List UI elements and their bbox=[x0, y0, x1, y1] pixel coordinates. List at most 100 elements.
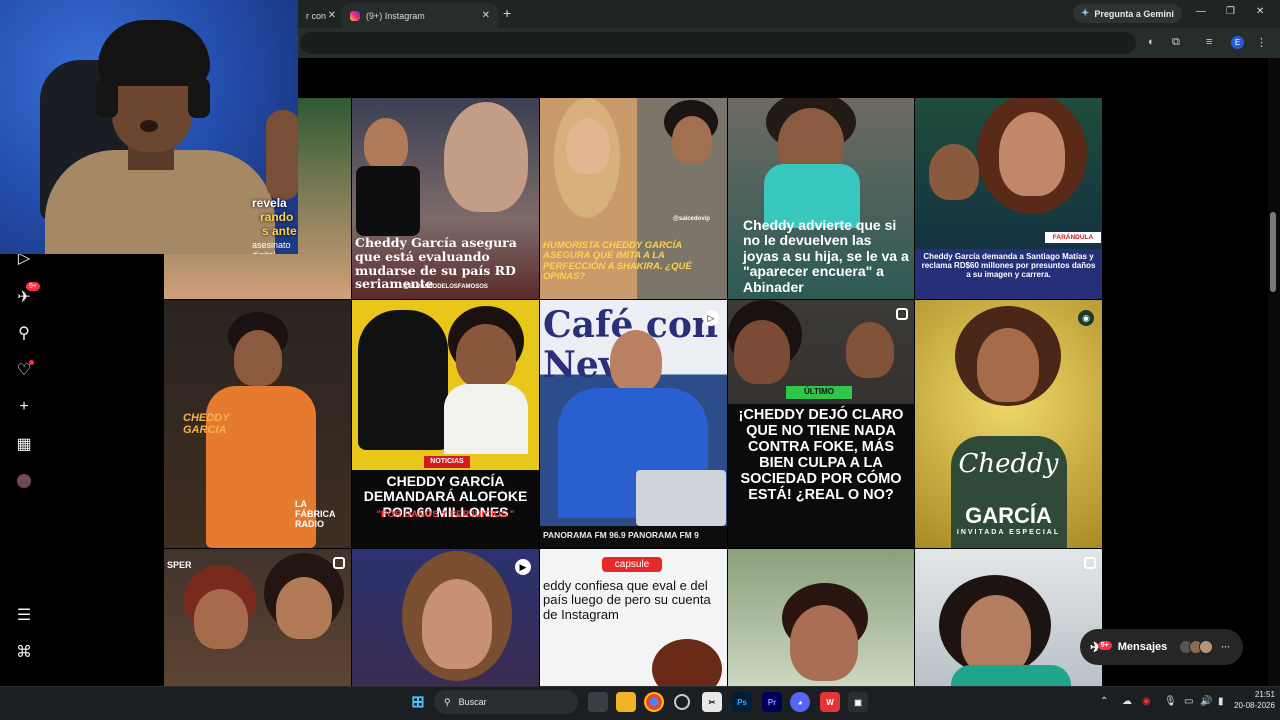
volume-icon[interactable]: 🔊 bbox=[1200, 696, 1212, 707]
grid-post-r2c2[interactable]: Café con Nev PANORAMA FM 96.9 PANORAMA F… bbox=[540, 300, 727, 548]
threads-icon[interactable]: ⌘ bbox=[14, 642, 34, 662]
puzzle-icon[interactable]: ⧉ bbox=[1172, 36, 1180, 49]
task-view-icon[interactable] bbox=[588, 692, 608, 712]
close-icon[interactable]: ✕ bbox=[328, 10, 336, 21]
chrome-icon[interactable] bbox=[644, 692, 664, 712]
person-image bbox=[999, 112, 1065, 196]
create-icon[interactable]: + bbox=[14, 397, 34, 417]
grid-post-r2c0[interactable]: CHEDDY GARCIA LA FÁBRICA RADIO bbox=[164, 300, 351, 548]
taskbar-search[interactable]: ⚲ Buscar bbox=[434, 690, 578, 714]
grid-post-r3c4[interactable] bbox=[915, 549, 1102, 686]
monitor-icon[interactable]: ▭ bbox=[1184, 696, 1193, 707]
photoshop-icon[interactable]: Ps bbox=[732, 692, 752, 712]
post-caption: Cheddy advierte que si no le devuelven l… bbox=[743, 217, 909, 295]
profile-link[interactable] bbox=[14, 471, 34, 491]
person-image bbox=[977, 328, 1039, 402]
tray-icon[interactable]: ☁ bbox=[1122, 696, 1132, 707]
windows-start-icon[interactable]: ⊞ bbox=[408, 692, 428, 712]
grid-post-r1c2[interactable]: HUMORISTA CHEDDY GARCÍA ASEGURA QUE IMIT… bbox=[540, 98, 727, 299]
post-logo: CHEDDY GARCIA bbox=[183, 412, 230, 437]
carousel-icon bbox=[896, 308, 908, 320]
menu-icon[interactable]: ☰ bbox=[14, 605, 34, 625]
wps-icon[interactable]: W bbox=[820, 692, 840, 712]
grid-post-r3c3[interactable] bbox=[728, 549, 914, 686]
minimize-icon[interactable]: — bbox=[1196, 6, 1206, 17]
clock-time: 21:51 bbox=[1254, 690, 1275, 699]
dashboard-icon[interactable]: ▦ bbox=[14, 434, 34, 454]
carousel-icon bbox=[333, 557, 345, 569]
premiere-icon[interactable]: Pr bbox=[762, 692, 782, 712]
streamer-hair bbox=[98, 20, 210, 86]
post-caption: ¡CHEDDY DEJÓ CLARO QUE NO TIENE NADA CON… bbox=[728, 404, 914, 548]
taskbar-clock[interactable]: 21:51 20-08-2026 bbox=[1234, 690, 1275, 712]
omnibox[interactable] bbox=[300, 32, 1136, 54]
file-explorer-icon[interactable] bbox=[616, 692, 636, 712]
grid-post-r3c2[interactable]: capsule eddy confiesa que eval e del paí… bbox=[540, 549, 727, 686]
person-image bbox=[846, 322, 894, 378]
profile-avatar[interactable]: E bbox=[1231, 36, 1244, 49]
gemini-button[interactable]: ✦ Pregunta a Gemini bbox=[1073, 4, 1182, 23]
new-tab-button[interactable]: + bbox=[503, 5, 511, 21]
messages-pill[interactable]: ✈ 9+ Mensajes ··· bbox=[1080, 629, 1243, 665]
heart-icon[interactable]: ♡ bbox=[14, 360, 34, 380]
app-icon[interactable]: ▣ bbox=[848, 692, 868, 712]
messages-badge: 9+ bbox=[1097, 640, 1112, 650]
instagram-icon bbox=[350, 10, 360, 21]
post-tag: FARÁNDULA bbox=[1045, 232, 1101, 244]
messenger-icon[interactable]: ✈ 9+ bbox=[14, 282, 40, 307]
headphone-left bbox=[96, 78, 118, 118]
person-image bbox=[276, 577, 332, 639]
post-handle: @ELPASEODELOSFAMOSOS bbox=[403, 284, 488, 290]
more-icon[interactable]: ··· bbox=[1221, 642, 1230, 652]
alert-dot bbox=[29, 360, 34, 365]
grid-post-r3c1[interactable]: ▶ bbox=[352, 549, 539, 686]
tray-icon[interactable]: ◉ bbox=[1142, 696, 1151, 707]
reading-list-icon[interactable]: ≡ bbox=[1206, 36, 1212, 48]
grid-post-r1c1[interactable]: Cheddy García asegura que está evaluando… bbox=[352, 98, 539, 299]
overlay-text: rando bbox=[260, 210, 294, 224]
gemini-icon: ✦ bbox=[1081, 8, 1090, 19]
close-window-icon[interactable]: ✕ bbox=[1256, 6, 1264, 17]
kebab-menu-icon[interactable]: ⋮ bbox=[1256, 36, 1267, 49]
post-caption: HUMORISTA CHEDDY GARCÍA ASEGURA QUE IMIT… bbox=[543, 240, 692, 283]
microphone-icon[interactable]: 🎙 bbox=[1164, 696, 1177, 707]
streamer-hand bbox=[266, 110, 298, 200]
person-image bbox=[422, 579, 492, 669]
tab-previous[interactable]: r con ✕ bbox=[298, 3, 344, 28]
capcut-icon[interactable]: ✂ bbox=[702, 692, 722, 712]
carousel-icon bbox=[1084, 557, 1096, 569]
scrollbar-thumb[interactable] bbox=[1270, 212, 1276, 292]
tab-title: (9+) Instagram bbox=[366, 10, 425, 21]
person-image bbox=[364, 118, 408, 170]
search-icon: ⚲ bbox=[444, 696, 451, 707]
laptop-image bbox=[636, 470, 726, 526]
grid-post-r1c3[interactable]: Cheddy advierte que si no le devuelven l… bbox=[728, 98, 914, 299]
discord-icon[interactable]: ◕ bbox=[790, 692, 810, 712]
grid-post-r3c0[interactable]: SPER bbox=[164, 549, 351, 686]
close-icon[interactable]: ✕ bbox=[482, 10, 490, 21]
streamer-mouth bbox=[140, 120, 158, 132]
person-image bbox=[790, 605, 858, 681]
restore-icon[interactable]: ❐ bbox=[1226, 6, 1235, 17]
webcam-overlay: revela rando s ante asesinato digital bbox=[0, 0, 298, 254]
post-script: Cheddy bbox=[958, 449, 1059, 479]
chevron-up-icon[interactable]: ⌃ bbox=[1100, 696, 1108, 707]
person-image bbox=[456, 324, 516, 388]
overlay-text: asesinato digital bbox=[252, 240, 291, 254]
hair-shape bbox=[652, 639, 722, 686]
post-brand: LA FÁBRICA RADIO bbox=[295, 499, 336, 529]
post-tag: ÚLTIMO bbox=[786, 386, 852, 399]
battery-icon[interactable]: ▮ bbox=[1218, 696, 1224, 707]
extension-icon[interactable]: ◐ bbox=[1148, 36, 1155, 48]
person-image bbox=[929, 144, 979, 200]
app-icon[interactable] bbox=[674, 694, 690, 710]
grid-post-r2c3[interactable]: ÚLTIMO ¡CHEDDY DEJÓ CLARO QUE NO TIENE N… bbox=[728, 300, 914, 548]
post-tag: SPER bbox=[167, 560, 192, 570]
grid-post-r1c4[interactable]: FARÁNDULA Cheddy García demanda a Santia… bbox=[915, 98, 1102, 299]
scrollbar[interactable] bbox=[1268, 58, 1280, 686]
grid-post-r2c1[interactable]: NOTICIAS CHEDDY GARCÍA DEMANDARÁ ALOFOKE… bbox=[352, 300, 539, 548]
search-icon[interactable]: ⚲ bbox=[14, 323, 34, 343]
search-label: Buscar bbox=[458, 697, 487, 707]
grid-post-r2c4[interactable]: Cheddy GARCÍA INVITADA ESPECIAL ◉ bbox=[915, 300, 1102, 548]
tab-instagram[interactable]: (9+) Instagram ✕ bbox=[342, 3, 498, 28]
